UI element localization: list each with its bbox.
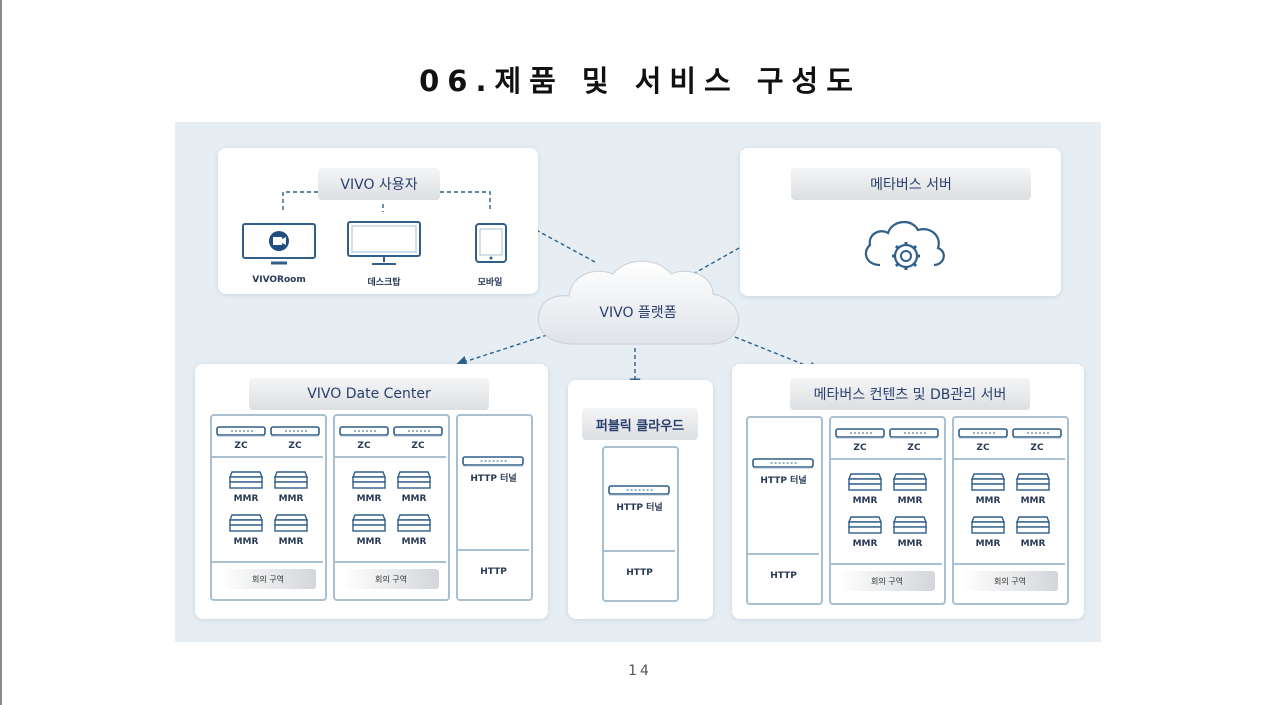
server-stack-icon (396, 471, 432, 489)
users-panel: VIVO 사용자 VIVORoom 데스크탑 모바일 (218, 148, 538, 294)
zc-label: ZC (1030, 443, 1044, 453)
divider (335, 456, 446, 458)
server-stack-icon (396, 514, 432, 532)
mmr-label: MMR (401, 537, 427, 547)
server-stack-icon (1015, 516, 1051, 534)
page-number: 14 (628, 663, 652, 679)
server-unit-icon (835, 428, 885, 439)
meeting-zone-label: 회의 구역 (962, 571, 1058, 591)
server-stack-icon (351, 514, 387, 532)
data-center-title: VIVO Date Center (249, 378, 489, 410)
metaverse-server-title: 메타버스 서버 (791, 168, 1031, 200)
mmr-label: MMR (233, 537, 259, 547)
zc-label: ZC (357, 441, 371, 451)
public-cloud-title: 퍼블릭 클라우드 (582, 408, 698, 440)
server-stack-icon (1015, 473, 1051, 491)
meeting-zone-label: 회의 구역 (220, 569, 316, 589)
mmr-label: MMR (897, 539, 923, 549)
mmr-label: MMR (401, 494, 427, 504)
divider (748, 553, 819, 555)
http-label: HTTP (480, 567, 507, 577)
cloud-gear-icon (864, 221, 945, 270)
divider (458, 549, 529, 551)
mmr-label: MMR (1020, 539, 1046, 549)
http-label: HTTP (626, 568, 653, 578)
zc-label: ZC (976, 443, 990, 453)
http-tunnel-label: HTTP 터널 (760, 476, 807, 486)
mmr-label: MMR (278, 494, 304, 504)
server-stack-icon (892, 516, 928, 534)
server-unit-icon (393, 426, 443, 437)
public-cloud-column (602, 446, 679, 602)
divider (604, 550, 675, 552)
zc-label: ZC (288, 441, 302, 451)
divider (212, 456, 323, 458)
tablet-icon (475, 223, 507, 263)
architecture-diagram: VIVO 사용자 VIVORoom 데스크탑 모바일 메타버스 서버 VIVO … (175, 122, 1101, 642)
server-unit-icon (889, 428, 939, 439)
meeting-zone-label: 회의 구역 (343, 569, 439, 589)
server-stack-icon (273, 471, 309, 489)
mmr-label: MMR (1020, 496, 1046, 506)
server-stack-icon (351, 471, 387, 489)
mmr-label: MMR (356, 537, 382, 547)
server-unit-icon (1012, 428, 1062, 439)
server-stack-icon (847, 473, 883, 491)
monitor-icon (347, 221, 421, 265)
server-stack-icon (970, 516, 1006, 534)
mmr-label: MMR (897, 496, 923, 506)
device-label-desktop: 데스크탑 (367, 278, 401, 288)
zc-label: ZC (411, 441, 425, 451)
video-camera-icon (242, 223, 316, 265)
platform-label: VIVO 플랫폼 (599, 305, 677, 321)
server-unit-icon (270, 426, 320, 437)
server-unit-icon (216, 426, 266, 437)
server-stack-icon (228, 514, 264, 532)
http-tunnel-label: HTTP 터널 (470, 474, 517, 484)
divider (212, 561, 323, 563)
contents-server-title: 메타버스 컨텐츠 및 DB관리 서버 (790, 378, 1030, 410)
page-title: 06.제품 및 서비스 구성도 (419, 64, 861, 98)
divider (831, 458, 942, 460)
meeting-zone-label: 회의 구역 (839, 571, 935, 591)
mmr-label: MMR (233, 494, 259, 504)
server-unit-icon (958, 428, 1008, 439)
http-label: HTTP (770, 571, 797, 581)
users-title: VIVO 사용자 (318, 168, 440, 200)
zc-label: ZC (907, 443, 921, 453)
divider (954, 563, 1065, 565)
server-unit-icon (752, 458, 814, 469)
mmr-label: MMR (356, 494, 382, 504)
server-stack-icon (228, 471, 264, 489)
mmr-label: MMR (852, 496, 878, 506)
divider (831, 563, 942, 565)
mmr-label: MMR (975, 539, 1001, 549)
zc-label: ZC (234, 441, 248, 451)
zc-label: ZC (853, 443, 867, 453)
http-tunnel-label: HTTP 터널 (616, 503, 663, 513)
server-stack-icon (970, 473, 1006, 491)
server-stack-icon (892, 473, 928, 491)
divider (954, 458, 1065, 460)
mmr-label: MMR (852, 539, 878, 549)
mmr-label: MMR (975, 496, 1001, 506)
server-unit-icon (339, 426, 389, 437)
metaverse-server-panel: 메타버스 서버 (740, 148, 1061, 296)
server-stack-icon (847, 516, 883, 534)
server-unit-icon (462, 456, 524, 467)
device-label-mobile: 모바일 (477, 278, 503, 288)
divider (335, 561, 446, 563)
mmr-label: MMR (278, 537, 304, 547)
device-label-vivoroom: VIVORoom (252, 275, 306, 285)
left-border (0, 0, 2, 705)
server-stack-icon (273, 514, 309, 532)
server-unit-icon (608, 485, 670, 496)
